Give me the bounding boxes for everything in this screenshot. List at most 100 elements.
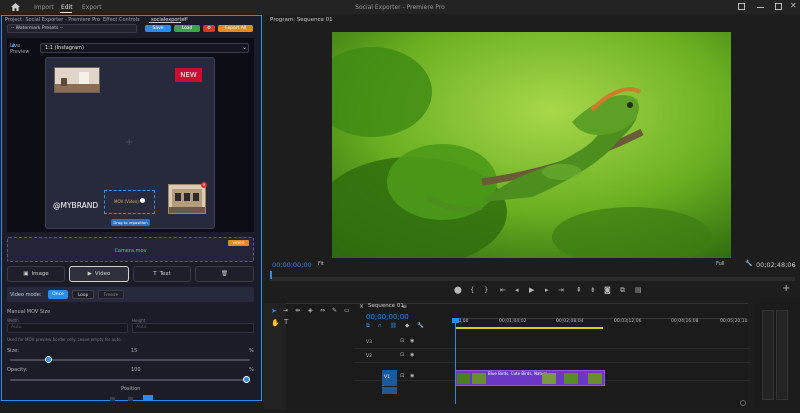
add-image-button[interactable]: ▣ Image — [7, 266, 65, 282]
tab-project[interactable]: Project: Social Exporter - Premiere Pro — [5, 17, 100, 23]
snap-icon[interactable]: ∩ — [378, 323, 382, 329]
add-image-label: Image — [31, 271, 49, 277]
resolution-select[interactable]: Full — [716, 261, 725, 267]
track-select-icon[interactable]: ⇥ — [283, 307, 288, 314]
image-icon: ▣ — [23, 271, 29, 277]
step-back-icon[interactable]: ◂ — [515, 286, 519, 294]
eye-icon[interactable]: ◉ — [410, 352, 414, 358]
eye-icon[interactable]: ◉ — [410, 338, 414, 344]
settings-button[interactable]: ⚙ — [203, 25, 215, 32]
lock-icon[interactable]: ⊡ — [400, 373, 404, 379]
zoom-fit-select[interactable]: Fit — [318, 261, 324, 267]
brand-text-watermark[interactable]: @MYBRAND — [53, 201, 98, 210]
type-tool-icon[interactable]: T — [284, 318, 288, 326]
add-video-button[interactable]: ▶ Video — [69, 266, 129, 282]
meter-bar-right — [776, 310, 788, 400]
crosshair-icon: + — [125, 137, 134, 148]
aspect-ratio-select[interactable]: 1:1 (Instagram) — [40, 43, 249, 53]
close-icon[interactable]: ✕ — [790, 1, 797, 10]
pen-icon[interactable]: ✎ — [332, 307, 337, 314]
mark-in-icon[interactable]: { — [470, 286, 474, 294]
program-monitor-label[interactable]: Program: Sequence 01 — [270, 17, 333, 23]
position-center-button[interactable] — [128, 397, 133, 401]
remove-badge-icon[interactable]: × — [201, 182, 207, 188]
lock-icon[interactable]: ⊡ — [400, 352, 404, 358]
new-badge[interactable]: NEW — [175, 68, 202, 82]
cursor-icon — [140, 198, 145, 203]
comparison-icon[interactable]: ⧉ — [620, 286, 625, 295]
export-all-button[interactable]: Export All — [218, 25, 253, 32]
height-input[interactable]: Auto — [132, 323, 254, 333]
add-marker-icon[interactable]: ⬤ — [454, 286, 462, 294]
marker-icon[interactable]: ◆ — [405, 323, 409, 329]
export-frame-icon[interactable]: ▤ — [635, 286, 642, 294]
minimize-icon[interactable] — [757, 7, 764, 8]
linked-selection-icon[interactable]: ⛓ — [390, 323, 397, 329]
timeline-timecode[interactable]: 00;00;00;00 — [366, 313, 409, 321]
save-button[interactable]: Save — [145, 25, 171, 32]
zoom-handle-icon[interactable] — [740, 400, 746, 406]
video-mode-bar — [7, 287, 254, 302]
camera-icon[interactable]: ◙ — [604, 286, 611, 294]
work-area-bar[interactable] — [455, 327, 603, 329]
building-image-watermark[interactable] — [168, 184, 206, 214]
go-to-in-icon[interactable]: ⇤ — [500, 286, 506, 294]
razor-icon[interactable]: ◈ — [308, 307, 313, 314]
program-timecode[interactable]: 00;00;00;00 — [272, 261, 312, 269]
preset-select[interactable]: -- Watermark Presets -- — [7, 24, 137, 33]
meter-bar-left — [762, 310, 774, 400]
manual-size-hint: Used for MOV preview border only. Leave … — [7, 337, 122, 342]
sequence-tab[interactable]: Sequence 01 — [368, 303, 404, 309]
lock-icon[interactable]: ⊡ — [400, 338, 404, 344]
text-icon: T — [153, 271, 157, 277]
video-clip[interactable]: Blue Birds, Cute Birds, Nature... — [455, 370, 605, 386]
play-icon[interactable]: ▶ — [529, 286, 534, 294]
slip-icon[interactable]: ⇔ — [320, 307, 325, 314]
nest-icon[interactable]: ⧉ — [366, 323, 370, 329]
position-label: Position — [121, 386, 141, 392]
opacity-slider-track[interactable] — [10, 379, 250, 381]
delete-button[interactable]: 🗑 — [195, 266, 254, 282]
a1-source-patch[interactable] — [382, 387, 397, 394]
lift-icon[interactable]: ⇞ — [576, 286, 582, 294]
tab-effect-controls[interactable]: Effect Controls — [103, 17, 140, 23]
live-indicator-icon — [12, 44, 15, 47]
export-panel-icon[interactable] — [738, 3, 745, 10]
position-right-button[interactable] — [143, 395, 153, 401]
position-left-button[interactable] — [110, 397, 115, 401]
tab-menu-icon[interactable]: ≡ — [184, 16, 188, 22]
extract-icon[interactable]: ⇟ — [590, 286, 596, 294]
tab-active-underline — [149, 22, 181, 23]
add-button-icon[interactable]: + — [782, 283, 790, 294]
width-input[interactable]: Auto — [7, 323, 128, 333]
mode-freeze-button[interactable]: Freeze — [98, 290, 124, 299]
opacity-unit: % — [249, 367, 254, 373]
settings-wrench-icon[interactable]: 🔧 — [417, 323, 424, 329]
clip-thumbnail — [542, 373, 556, 384]
playhead-handle[interactable] — [452, 318, 459, 323]
load-button[interactable]: Load — [174, 25, 200, 32]
comment-icon[interactable]: ▭ — [344, 307, 350, 314]
step-forward-icon[interactable]: ▸ — [545, 286, 549, 294]
room-image-watermark[interactable] — [54, 67, 100, 93]
opacity-slider-thumb[interactable] — [243, 376, 250, 383]
timeline-playhead[interactable] — [455, 320, 456, 404]
mode-once-button[interactable]: Once — [48, 290, 68, 299]
program-scrub-bar[interactable] — [270, 277, 795, 281]
size-value: 15 — [131, 348, 138, 354]
program-playhead[interactable] — [270, 271, 272, 279]
add-video-label: Video — [94, 271, 111, 277]
ripple-edit-icon[interactable]: ⇹ — [295, 307, 300, 314]
size-slider-thumb[interactable] — [44, 356, 52, 363]
close-sequence-icon[interactable]: × — [359, 303, 364, 310]
add-text-button[interactable]: T Text — [133, 266, 191, 282]
wrench-icon[interactable]: 🔧 — [745, 260, 752, 267]
maximize-icon[interactable] — [775, 3, 782, 10]
hand-tool-icon[interactable]: ✋ — [271, 319, 280, 327]
mode-loop-button[interactable]: Loop — [72, 290, 94, 299]
sequence-menu-icon[interactable]: ≡ — [402, 303, 407, 310]
eye-icon[interactable]: ◉ — [410, 373, 414, 379]
selection-tool-icon[interactable]: ➤ — [271, 307, 277, 315]
go-to-out-icon[interactable]: ⇥ — [558, 286, 564, 294]
mark-out-icon[interactable]: } — [484, 286, 488, 294]
